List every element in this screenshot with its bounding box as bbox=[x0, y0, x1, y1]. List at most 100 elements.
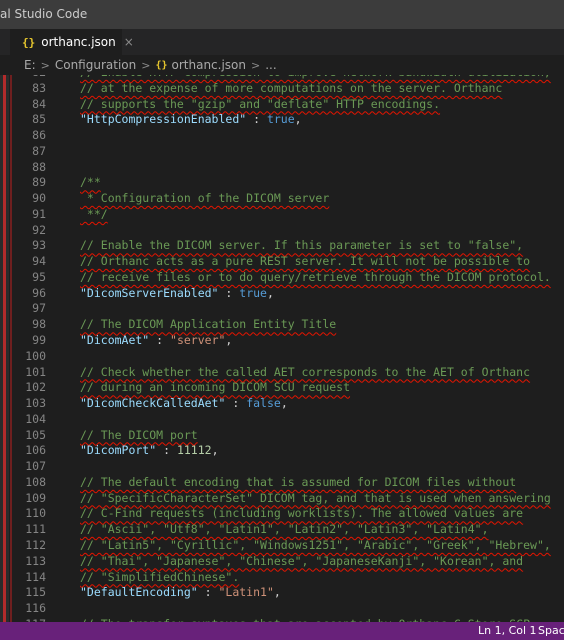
code-token-punct: , bbox=[280, 396, 288, 411]
line-code: "HttpCompressionEnabled" : true, bbox=[80, 112, 302, 128]
code-line[interactable]: 111 // "Ascii", "Utf8", "Latin1", "Latin2… bbox=[0, 522, 564, 538]
code-token-key: "DicomAet" bbox=[80, 333, 150, 348]
chevron-right-icon: > bbox=[251, 58, 261, 72]
line-code: // The DICOM port bbox=[80, 428, 198, 444]
tab-orthanc-json[interactable]: {} orthanc.json × bbox=[10, 29, 134, 55]
chevron-right-icon: > bbox=[40, 58, 50, 72]
line-code: // C-Find requests (including worklists)… bbox=[80, 506, 523, 522]
code-line[interactable]: 90 * Configuration of the DICOM server bbox=[0, 191, 564, 207]
line-code: "DicomPort" : 11112, bbox=[80, 443, 219, 459]
breadcrumb-folder[interactable]: Configuration bbox=[55, 58, 136, 72]
code-line[interactable]: 83 // at the expense of more computations… bbox=[0, 81, 564, 97]
code-line[interactable]: 107 bbox=[0, 459, 564, 475]
code-token-punct: : bbox=[197, 585, 219, 600]
breadcrumb-more[interactable]: ... bbox=[265, 58, 276, 72]
breadcrumb-file[interactable]: orthanc.json bbox=[172, 58, 247, 72]
line-number: 88 bbox=[32, 159, 46, 174]
cursor-position[interactable]: Ln 1, Col 1 bbox=[478, 622, 537, 640]
line-number: 90 bbox=[32, 191, 46, 206]
line-number: 83 bbox=[32, 80, 46, 95]
code-line[interactable]: 103 "DicomCheckCalledAet" : false, bbox=[0, 396, 564, 412]
line-code: "DicomAet" : "server", bbox=[80, 333, 232, 349]
code-lines[interactable]: 82// Enable HTTP compression to improve … bbox=[0, 75, 564, 622]
code-line[interactable]: 98 // The DICOM Application Entity Title bbox=[0, 317, 564, 333]
code-token-comment: // The default encoding that is assumed … bbox=[80, 474, 517, 489]
code-line[interactable]: 102 // during an incoming DICOM SCU reque… bbox=[0, 380, 564, 396]
code-line[interactable]: 115 "DefaultEncoding" : "Latin1", bbox=[0, 585, 564, 601]
line-number: 93 bbox=[32, 238, 46, 253]
window-title: al Studio Code bbox=[0, 7, 88, 21]
close-icon[interactable]: × bbox=[124, 35, 134, 49]
line-number: 95 bbox=[32, 269, 46, 284]
line-number: 85 bbox=[32, 112, 46, 127]
code-line[interactable]: 106 "DicomPort" : 11112, bbox=[0, 443, 564, 459]
code-line[interactable]: 100 bbox=[0, 349, 564, 365]
code-token-comment: // Enable HTTP compression to improve ne… bbox=[80, 75, 551, 79]
code-line[interactable]: 113 // "Thai", "Japanese", "Chinese", "Ja… bbox=[0, 554, 564, 570]
line-number: 96 bbox=[32, 285, 46, 300]
code-line[interactable]: 88 bbox=[0, 160, 564, 176]
line-code: // during an incoming DICOM SCU request bbox=[80, 380, 350, 396]
code-token-bool: true bbox=[239, 285, 267, 300]
line-code: // "Ascii", "Utf8", "Latin1", "Latin2", … bbox=[80, 522, 489, 538]
code-token-num: 11112 bbox=[176, 443, 212, 458]
code-token-comment: // C-Find requests (including worklists)… bbox=[80, 506, 524, 521]
breadcrumb-drive[interactable]: E: bbox=[24, 58, 36, 72]
code-line[interactable]: 89 /** bbox=[0, 175, 564, 191]
line-number: 105 bbox=[25, 427, 46, 442]
code-line[interactable]: 109 // "SpecificCharacterSet" DICOM tag, … bbox=[0, 491, 564, 507]
code-token-comment: // "SimplifiedChinese". bbox=[80, 569, 240, 584]
line-number: 114 bbox=[25, 569, 46, 584]
code-line[interactable]: 85 "HttpCompressionEnabled" : true, bbox=[0, 112, 564, 128]
breadcrumb: E: > Configuration > {} orthanc.json > .… bbox=[0, 55, 564, 75]
code-token-punct: , bbox=[294, 112, 302, 127]
code-line[interactable]: 94 // Orthanc acts as a pure REST server.… bbox=[0, 254, 564, 270]
code-line[interactable]: 110 // C-Find requests (including worklis… bbox=[0, 506, 564, 522]
line-code: * Configuration of the DICOM server bbox=[80, 191, 329, 207]
line-code: // "SimplifiedChinese". bbox=[80, 570, 239, 586]
code-token-comment: // receive files or to do query/retrieve… bbox=[80, 269, 551, 284]
line-code: // "Latin5", "Cyrillic", "Windows1251", … bbox=[80, 538, 551, 554]
code-line[interactable]: 101 // Check whether the called AET corre… bbox=[0, 365, 564, 381]
code-line[interactable]: 114 // "SimplifiedChinese". bbox=[0, 570, 564, 586]
line-code: "DicomServerEnabled" : true, bbox=[80, 286, 274, 302]
code-line[interactable]: 108 // The default encoding that is assum… bbox=[0, 475, 564, 491]
tab-bar: {} orthanc.json × bbox=[0, 29, 564, 55]
line-code: // "SpecificCharacterSet" DICOM tag, and… bbox=[80, 491, 551, 507]
code-line[interactable]: 116 bbox=[0, 601, 564, 617]
code-line[interactable]: 97 bbox=[0, 301, 564, 317]
code-line[interactable]: 86 bbox=[0, 128, 564, 144]
code-editor[interactable]: 82// Enable HTTP compression to improve … bbox=[0, 75, 564, 622]
code-line[interactable]: 105 // The DICOM port bbox=[0, 428, 564, 444]
indentation-setting[interactable]: Spaces: 2 bbox=[538, 622, 564, 640]
code-line[interactable]: 93 // Enable the DICOM server. If this pa… bbox=[0, 238, 564, 254]
code-token-punct: : bbox=[156, 443, 177, 458]
line-number: 113 bbox=[25, 553, 46, 568]
code-line[interactable]: 99 "DicomAet" : "server", bbox=[0, 333, 564, 349]
code-token-comment: // "SpecificCharacterSet" DICOM tag, and… bbox=[80, 490, 551, 505]
line-number: 115 bbox=[25, 585, 46, 600]
code-line[interactable]: 84 // supports the "gzip" and "deflate" H… bbox=[0, 97, 564, 113]
code-line[interactable]: 87 bbox=[0, 144, 564, 160]
code-line[interactable]: 95 // receive files or to do query/retrie… bbox=[0, 270, 564, 286]
json-braces-icon: {} bbox=[155, 59, 168, 71]
code-line[interactable]: 104 bbox=[0, 412, 564, 428]
code-line[interactable]: 92 bbox=[0, 223, 564, 239]
json-braces-icon: {} bbox=[22, 35, 36, 49]
line-code: **/ bbox=[80, 207, 108, 223]
code-token-key: "DicomCheckCalledAet" bbox=[80, 396, 226, 411]
code-token-punct: : bbox=[218, 285, 240, 300]
code-line[interactable]: 96 "DicomServerEnabled" : true, bbox=[0, 286, 564, 302]
line-code: // Orthanc acts as a pure REST server. I… bbox=[80, 254, 530, 270]
line-number: 116 bbox=[25, 601, 46, 616]
code-token-punct: : bbox=[246, 112, 267, 127]
code-token-comment: // at the expense of more computations o… bbox=[80, 80, 503, 95]
line-number: 99 bbox=[32, 333, 46, 348]
code-token-comment: // The DICOM port bbox=[80, 427, 198, 442]
code-line[interactable]: 91 **/ bbox=[0, 207, 564, 223]
code-line[interactable]: 112 // "Latin5", "Cyrillic", "Windows1251… bbox=[0, 538, 564, 554]
line-number: 110 bbox=[25, 506, 46, 521]
tab-label: orthanc.json bbox=[41, 35, 116, 49]
line-number: 112 bbox=[25, 537, 46, 552]
code-token-comment: /** bbox=[80, 175, 101, 190]
